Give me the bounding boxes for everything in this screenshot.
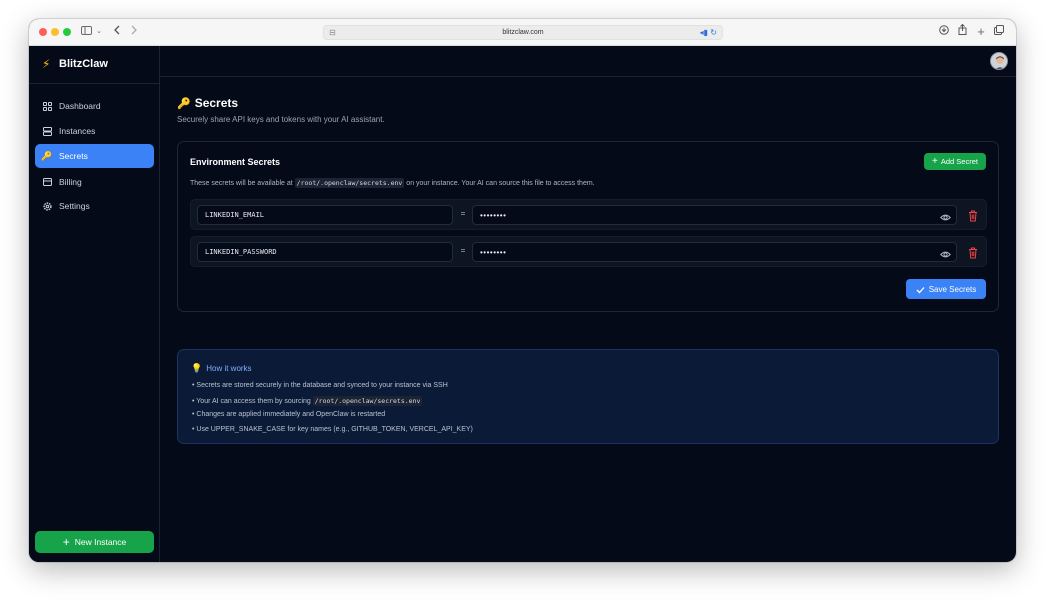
- secret-row: =: [190, 199, 987, 230]
- forward-icon[interactable]: [129, 24, 139, 40]
- plus-icon: +: [62, 535, 70, 549]
- brand-name: BlitzClaw: [59, 58, 108, 70]
- new-tab-icon[interactable]: +: [975, 24, 987, 40]
- sidebar-item-secrets[interactable]: 🔑 Secrets: [35, 144, 154, 168]
- trash-icon[interactable]: [968, 246, 978, 259]
- browser-window: ⌄ ⊟ blitzclaw.com ◂▮ ↻ + ⚡ BlitzClaw Das…: [29, 19, 1016, 562]
- list-item: • Changes are applied immediately and Op…: [192, 411, 386, 418]
- add-secret-label: Add Secret: [940, 157, 978, 166]
- page-title-text: Secrets: [194, 96, 239, 110]
- close-window-button[interactable]: [39, 28, 47, 36]
- save-secrets-label: Save Secrets: [928, 284, 977, 294]
- check-icon: [916, 282, 925, 297]
- grid-icon: [42, 101, 52, 111]
- sidebar-item-label: Dashboard: [59, 101, 101, 111]
- equals-sign: =: [460, 246, 466, 255]
- list-item: • Your AI can access them by sourcing /r…: [192, 395, 473, 411]
- environment-secrets-card: Environment Secrets + Add Secret These s…: [177, 141, 999, 312]
- desc-text: on your instance. Your AI can source thi…: [406, 180, 595, 187]
- lightbulb-icon: 💡: [191, 363, 203, 373]
- list-item: • Secrets are stored securely in the dat…: [192, 382, 448, 389]
- list-item: • Use UPPER_SNAKE_CASE for key names (e.…: [192, 425, 473, 433]
- avatar[interactable]: [990, 52, 1008, 70]
- secret-value-input[interactable]: [472, 242, 957, 262]
- sidebar-item-settings[interactable]: Settings: [35, 194, 154, 218]
- sidebar: ⚡ BlitzClaw Dashboard Instances 🔑 Secret…: [29, 46, 160, 562]
- gear-icon: [42, 201, 52, 211]
- how-it-works-panel: 💡 How it works • Secrets are stored secu…: [177, 349, 999, 444]
- secret-value-input[interactable]: [472, 205, 957, 225]
- sidebar-item-label: Secrets: [59, 151, 88, 161]
- sidebar-item-label: Instances: [59, 126, 96, 136]
- page-title: 🔑 Secrets: [177, 96, 238, 110]
- browser-toolbar: ⌄ ⊟ blitzclaw.com ◂▮ ↻ +: [29, 19, 1016, 46]
- secret-key-input[interactable]: [197, 242, 453, 262]
- trash-icon[interactable]: [968, 209, 978, 222]
- sidebar-toggle-icon[interactable]: [79, 24, 93, 40]
- sidebar-item-instances[interactable]: Instances: [35, 119, 154, 143]
- info-list: • Secrets are stored securely in the dat…: [192, 381, 473, 439]
- new-instance-button[interactable]: + New Instance: [35, 531, 154, 553]
- new-instance-label: New Instance: [74, 537, 127, 547]
- share-icon[interactable]: [956, 23, 968, 40]
- add-secret-button[interactable]: + Add Secret: [924, 153, 986, 170]
- card-title: Environment Secrets: [190, 157, 281, 167]
- chevron-down-icon[interactable]: ⌄: [95, 24, 103, 40]
- lightning-icon: ⚡: [42, 57, 51, 71]
- card-description: These secrets will be available at /root…: [190, 178, 595, 188]
- top-bar: [160, 46, 1016, 77]
- key-icon: 🔑: [177, 97, 191, 110]
- address-bar[interactable]: ⊟ blitzclaw.com ◂▮ ↻: [323, 25, 723, 40]
- minimize-window-button[interactable]: [51, 28, 59, 36]
- list-item-text: • Your AI can access them by sourcing: [192, 397, 311, 405]
- main-content: 🔑 Secrets Securely share API keys and to…: [160, 77, 1016, 562]
- secret-row: =: [190, 236, 987, 267]
- server-icon: [42, 126, 52, 136]
- back-icon[interactable]: [111, 24, 121, 40]
- eye-icon[interactable]: [940, 247, 951, 258]
- page-subtitle: Securely share API keys and tokens with …: [177, 115, 385, 124]
- secrets-path-code: /root/.openclaw/secrets.env: [294, 178, 405, 188]
- secrets-path-code: /root/.openclaw/secrets.env: [312, 395, 423, 406]
- desc-text: These secrets will be available at: [190, 180, 293, 187]
- key-icon: 🔑: [41, 150, 53, 161]
- eye-icon[interactable]: [940, 210, 951, 221]
- save-secrets-button[interactable]: Save Secrets: [906, 279, 986, 299]
- maximize-window-button[interactable]: [63, 28, 71, 36]
- credit-card-icon: [42, 177, 52, 187]
- equals-sign: =: [460, 209, 466, 218]
- brand[interactable]: ⚡ BlitzClaw: [29, 46, 160, 84]
- sidebar-item-label: Settings: [59, 201, 90, 211]
- url-text[interactable]: blitzclaw.com: [324, 26, 722, 40]
- reload-icon[interactable]: ◂▮ ↻: [700, 26, 717, 40]
- download-icon[interactable]: [938, 24, 950, 40]
- tab-overview-icon[interactable]: [993, 24, 1005, 40]
- plus-icon: +: [932, 155, 938, 167]
- sidebar-item-label: Billing: [59, 177, 82, 187]
- info-title-text: How it works: [206, 364, 252, 373]
- sidebar-item-dashboard[interactable]: Dashboard: [35, 94, 154, 118]
- secret-key-input[interactable]: [197, 205, 453, 225]
- info-title: 💡 How it works: [191, 363, 252, 374]
- sidebar-item-billing[interactable]: Billing: [35, 170, 154, 194]
